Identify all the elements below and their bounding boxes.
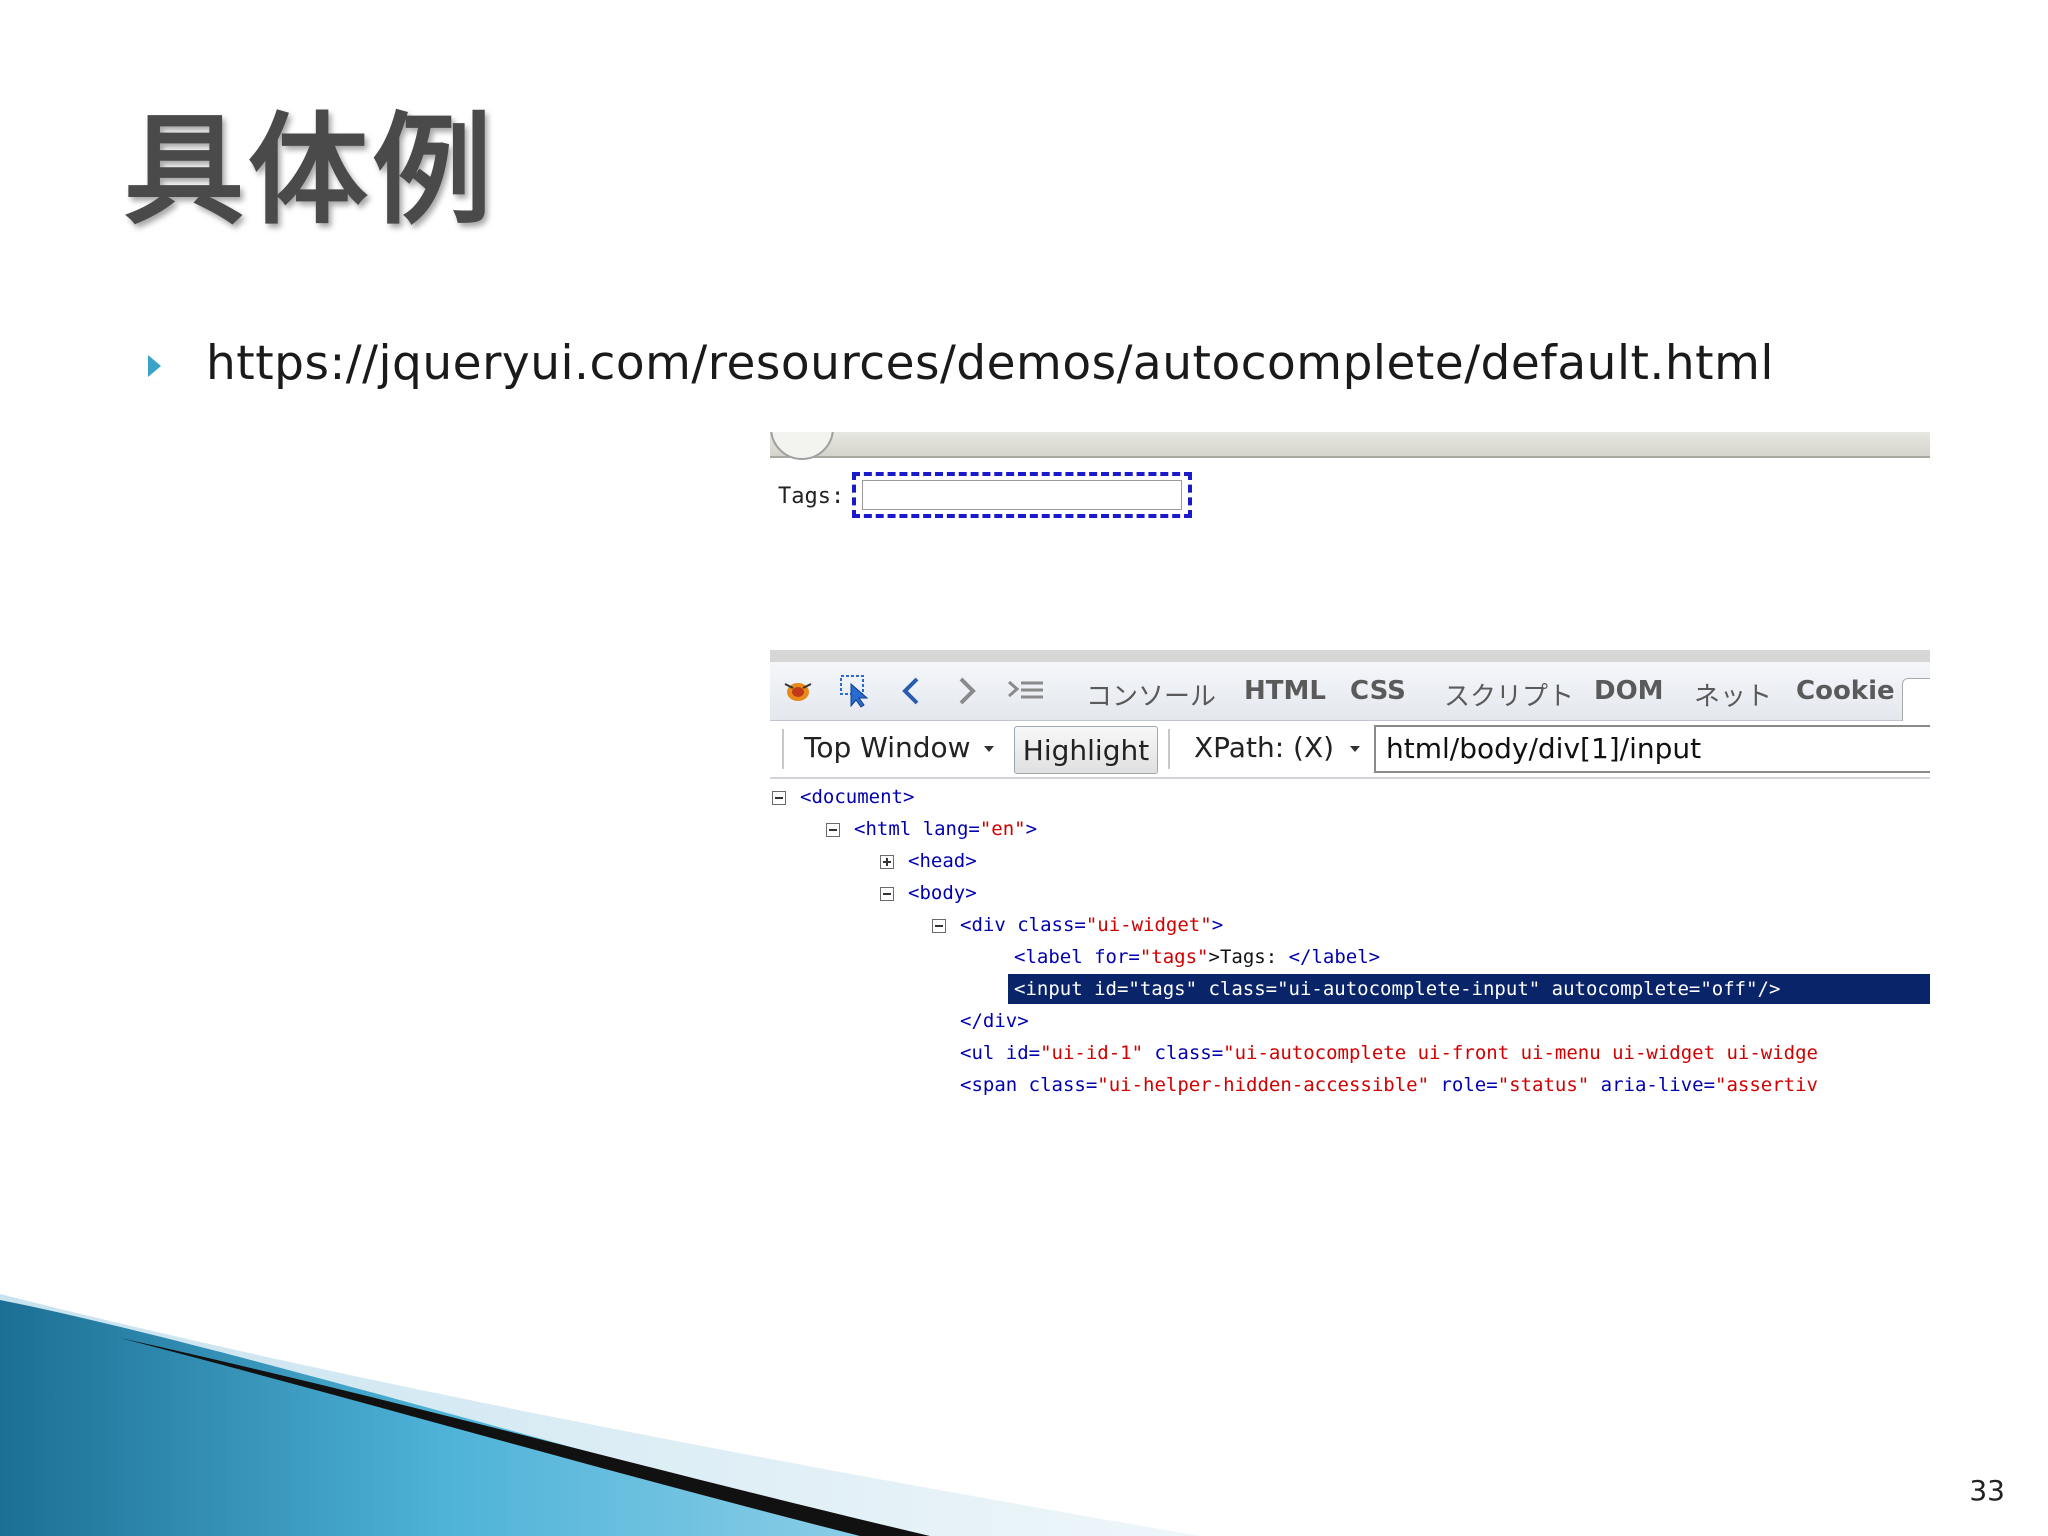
xpath-value-field[interactable]: html/body/div[1]/input xyxy=(1374,725,1930,773)
tab-html[interactable]: HTML xyxy=(1244,676,1326,706)
demo-url[interactable]: https://jqueryui.com/resources/demos/aut… xyxy=(206,336,1774,391)
tree-row-document[interactable]: <document> xyxy=(770,782,914,812)
firebug-bug-icon[interactable] xyxy=(778,674,818,708)
tree-row-label[interactable]: <label for="tags">Tags: </label> xyxy=(1014,942,1380,972)
browser-chrome-bar xyxy=(770,432,1930,458)
collapse-toggle-icon[interactable] xyxy=(880,887,894,901)
tree-row-body[interactable]: <body> xyxy=(878,878,977,908)
decorative-swoosh xyxy=(0,1294,1200,1536)
tab-net[interactable]: ネット xyxy=(1694,676,1772,713)
tree-row-div[interactable]: <div class="ui-widget"> xyxy=(930,910,1223,940)
slide-title: 具体例 xyxy=(124,102,496,241)
tree-row-input-selected[interactable]: <input id="tags" class="ui-autocomplete-… xyxy=(1008,974,1930,1004)
inspect-pointer-icon[interactable] xyxy=(836,674,876,708)
separator xyxy=(1168,729,1170,769)
xpath-menu[interactable]: XPath: (X) xyxy=(1194,731,1334,764)
tab-css[interactable]: CSS xyxy=(1350,676,1406,706)
tab-script[interactable]: スクリプト xyxy=(1444,676,1574,713)
tree-row-div-close[interactable]: </div> xyxy=(960,1006,1029,1036)
tab-console[interactable]: コンソール xyxy=(1086,676,1216,713)
bullet-arrow-icon xyxy=(148,355,161,377)
command-line-icon[interactable] xyxy=(1006,674,1046,708)
tags-input[interactable] xyxy=(862,480,1182,510)
tags-input-highlight[interactable] xyxy=(852,472,1192,518)
forward-arrow-icon[interactable] xyxy=(952,674,982,708)
top-window-dropdown-icon[interactable] xyxy=(984,746,994,752)
tab-dom[interactable]: DOM xyxy=(1594,676,1664,706)
xpath-dropdown-icon[interactable] xyxy=(1350,746,1360,752)
highlight-button[interactable]: Highlight xyxy=(1014,726,1158,774)
tab-overflow[interactable] xyxy=(1902,678,1930,723)
tab-cookie[interactable]: Cookie xyxy=(1796,676,1895,706)
expand-toggle-icon[interactable] xyxy=(880,855,894,869)
collapse-toggle-icon[interactable] xyxy=(932,919,946,933)
tree-row-span[interactable]: <span class="ui-helper-hidden-accessible… xyxy=(960,1070,1818,1100)
separator xyxy=(782,729,784,769)
tree-row-head[interactable]: <head> xyxy=(878,846,977,876)
browser-screenshot: Tags: xyxy=(770,432,1930,542)
top-window-menu[interactable]: Top Window xyxy=(804,731,971,764)
page-number: 33 xyxy=(1969,1474,2005,1507)
tree-row-html[interactable]: <html lang="en"> xyxy=(824,814,1037,844)
tree-row-ul[interactable]: <ul id="ui-id-1" class="ui-autocomplete … xyxy=(960,1038,1818,1068)
back-arrow-icon[interactable] xyxy=(896,674,926,708)
firebug-top-edge xyxy=(770,650,1930,662)
html-subtoolbar: Top Window Highlight XPath: (X) html/bod… xyxy=(770,721,1930,779)
firebug-screenshot: コンソール HTML CSS スクリプト DOM ネット Cookie Top … xyxy=(770,650,1930,1100)
collapse-toggle-icon[interactable] xyxy=(772,791,786,805)
firebug-toolbar: コンソール HTML CSS スクリプト DOM ネット Cookie xyxy=(770,662,1930,723)
collapse-toggle-icon[interactable] xyxy=(826,823,840,837)
tags-label: Tags: xyxy=(778,484,845,509)
